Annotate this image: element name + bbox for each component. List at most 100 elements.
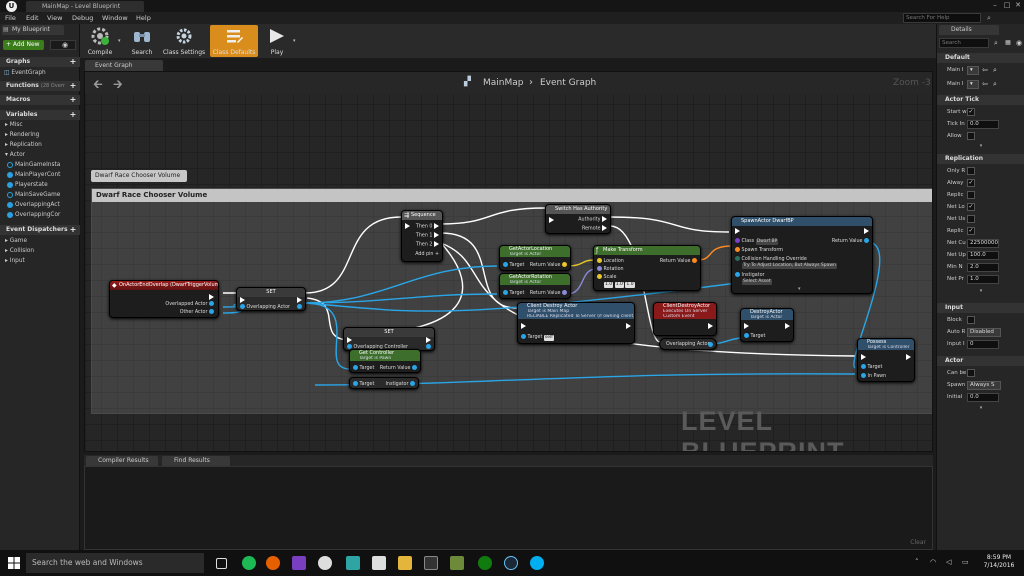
variable-item[interactable]: OverlappingAct (0, 200, 80, 210)
exec-in-pin[interactable] (861, 354, 866, 362)
volume-icon[interactable]: ◁ (946, 558, 951, 566)
play-options-chevron-icon[interactable]: ▾ (293, 38, 299, 44)
pin-other-actor[interactable]: Other Actor (180, 309, 214, 316)
category-misc[interactable]: ▸ Misc (0, 120, 80, 130)
property-field[interactable]: 1.0 (967, 275, 999, 284)
advanced-chevron-icon[interactable]: ▾ (798, 286, 801, 292)
property-dropdown[interactable]: ▾ (967, 80, 979, 89)
variable-item[interactable]: OverlappingCor (0, 210, 80, 220)
tab-find-results[interactable]: Find Results (162, 456, 230, 466)
property-dropdown[interactable]: Disabled (967, 328, 1001, 337)
target-pin[interactable]: Target (503, 262, 524, 269)
pin-overlapped-actor[interactable]: Overlapped Actor (165, 301, 214, 308)
visual-studio-icon[interactable] (292, 556, 306, 570)
property-field[interactable]: 0 (967, 340, 999, 349)
instigator-dropdown[interactable]: Select Asset (742, 279, 772, 285)
remote-pin[interactable]: Remote (582, 225, 607, 233)
unreal-engine-icon[interactable] (318, 556, 332, 570)
expand-advanced-icon[interactable]: ▾ (937, 405, 1024, 411)
property-field[interactable]: 0.0 (967, 393, 999, 402)
steam-icon[interactable] (504, 556, 518, 570)
tray-chevron-icon[interactable]: ˄ (915, 558, 919, 566)
tab-event-graph[interactable]: Event Graph (85, 60, 163, 71)
tab-compiler-results[interactable]: Compiler Results (86, 456, 158, 466)
add-new-button[interactable]: + Add New (3, 40, 44, 50)
instigator-pin[interactable]: Instigator (386, 381, 415, 388)
return-value-pin[interactable]: Return Value (832, 238, 869, 245)
app-icon[interactable] (346, 556, 360, 570)
property-checkbox[interactable]: ✓ (967, 179, 975, 187)
variable-item[interactable]: MainSaveGame (0, 190, 80, 200)
eye-icon[interactable]: ◉ (1014, 38, 1024, 48)
search-button[interactable]: Search (126, 25, 158, 57)
authority-pin[interactable]: Authority (578, 216, 607, 224)
location-pin[interactable]: Location (597, 258, 624, 265)
expand-advanced-icon[interactable]: ▾ (937, 143, 1024, 149)
menu-file[interactable]: File (5, 12, 16, 24)
make-transform-node[interactable]: Make Transform ƒ Location Rotation Scale… (593, 245, 701, 291)
category-rendering[interactable]: ▸ Rendering (0, 130, 80, 140)
menu-window[interactable]: Window (102, 12, 128, 24)
play-button[interactable]: Play (262, 25, 292, 57)
variable-item[interactable]: Playerstate (0, 180, 80, 190)
xbox-icon[interactable] (478, 556, 492, 570)
grid-view-icon[interactable]: ▦ (1003, 38, 1013, 48)
exec-in-pin[interactable] (735, 228, 740, 236)
maximize-icon[interactable]: □ (1002, 1, 1012, 10)
get-instigator-node[interactable]: Target Instigator (349, 377, 419, 389)
return-value-pin[interactable]: Return Value (660, 258, 697, 265)
property-checkbox[interactable] (967, 369, 975, 377)
property-field[interactable]: 100.0 (967, 251, 999, 260)
add-graph-icon[interactable]: + (69, 58, 77, 66)
variables-section[interactable]: Variables + (0, 110, 80, 120)
add-function-icon[interactable]: + (69, 82, 77, 90)
target-pin[interactable]: Target (503, 290, 524, 297)
browse-icon[interactable]: ⌕ (993, 66, 997, 75)
instigator-pin[interactable]: Instigator (735, 272, 764, 279)
scale-y-field[interactable]: 1.0 (614, 282, 624, 288)
exec-out-pin[interactable] (626, 323, 631, 331)
windows-start-icon[interactable] (8, 557, 20, 569)
variable-item[interactable]: MainPlayerCont (0, 170, 80, 180)
then1-pin[interactable]: Then 1 (416, 232, 439, 240)
keyboard-icon[interactable]: ▭ (962, 558, 969, 566)
task-view-icon[interactable] (216, 558, 227, 569)
set-node-overlapping-controller[interactable]: SET Overlapping Controller (343, 327, 435, 351)
clear-button[interactable]: Clear (910, 539, 926, 546)
exec-out-pin[interactable] (906, 354, 911, 362)
functions-section[interactable]: Functions (28 Overr + (0, 81, 80, 91)
eye-icon[interactable]: ◉ (58, 40, 72, 50)
spotify-icon[interactable] (242, 556, 256, 570)
details-section-replication[interactable]: Replication (937, 154, 1024, 164)
details-search-input[interactable]: Search (939, 38, 989, 48)
target-pin[interactable]: Target self (521, 334, 554, 341)
property-dropdown[interactable]: Always S (967, 381, 1001, 390)
graphs-section[interactable]: Graphs + (0, 57, 80, 67)
client-destroy-actor-node[interactable]: Client Destroy Actor Target is Main Map … (517, 302, 635, 344)
then2-pin[interactable]: Then 2 (416, 241, 439, 249)
collision-dropdown[interactable]: Try To Adjust Location, But Always Spawn (742, 263, 837, 269)
category-input[interactable]: ▸ Input (0, 256, 80, 266)
file-explorer-icon[interactable] (398, 556, 412, 570)
app-icon[interactable] (450, 556, 464, 570)
help-search-input[interactable]: Search For Help (903, 13, 981, 23)
document-tab[interactable]: MainMap - Level Blueprint (26, 1, 144, 12)
search-icon[interactable]: ⌕ (984, 13, 994, 23)
details-section-actor[interactable]: Actor (937, 356, 1024, 366)
class-dropdown[interactable]: Dwarf BP (755, 239, 779, 245)
target-pin[interactable]: Target (744, 333, 765, 340)
exec-in-pin[interactable] (405, 223, 410, 231)
details-section-default[interactable]: Default (937, 53, 1024, 63)
event-graph-canvas[interactable]: 🡰 🡲 ▞ MainMap › Event Graph Zoom -3 Dwar… (84, 71, 933, 452)
add-pin-button[interactable]: Add pin + (415, 252, 439, 258)
property-dropdown[interactable]: ▾ (967, 66, 979, 75)
property-checkbox[interactable]: ✓ (967, 203, 975, 211)
get-actor-rotation-node[interactable]: GetActorRotation Target is Actor Target … (499, 273, 571, 299)
property-checkbox[interactable] (967, 215, 975, 223)
then0-pin[interactable]: Then 0 (416, 223, 439, 231)
property-checkbox[interactable] (967, 167, 975, 175)
pin-out[interactable] (426, 344, 431, 350)
epic-launcher-icon[interactable] (424, 556, 438, 570)
pin-overlapping-actor[interactable]: Overlapping Actor (240, 304, 290, 310)
use-selected-arrow-icon[interactable]: ⇦ (982, 80, 988, 88)
